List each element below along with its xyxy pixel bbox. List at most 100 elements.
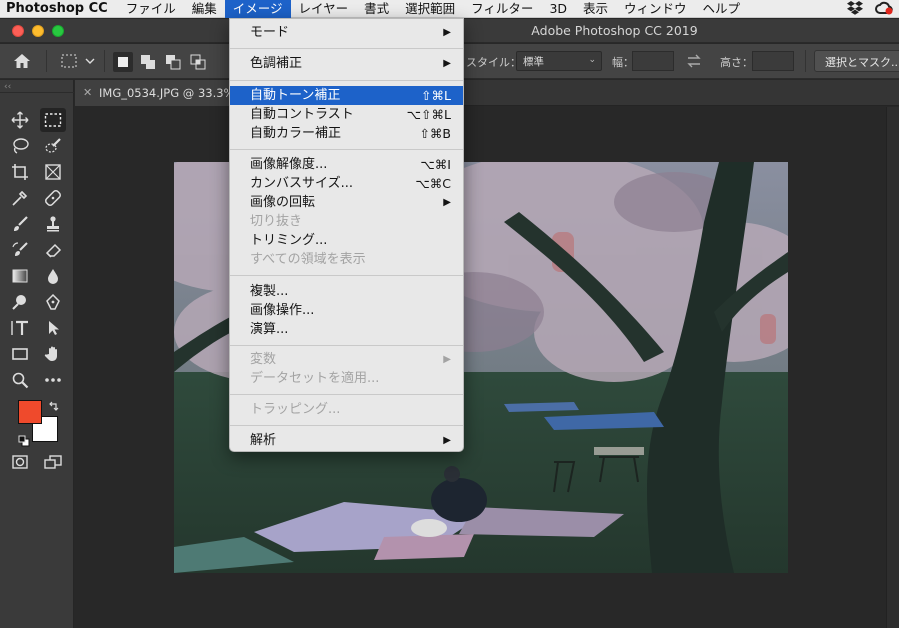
submenu-arrow-icon: ▶ [443,58,451,69]
menu-item-image-size[interactable]: 画像解像度... ⌥⌘I [230,155,463,174]
new-selection-button[interactable] [113,52,133,72]
add-to-selection-button[interactable] [138,52,158,72]
creative-cloud-icon[interactable] [875,1,893,18]
document-tab-title: IMG_0534.JPG @ 33.3% [99,86,235,100]
gradient-tool-icon[interactable] [7,264,33,288]
dropbox-icon[interactable] [847,0,863,18]
menu-item-label: 画像操作... [250,303,315,318]
menu-file[interactable]: ファイル [118,0,184,18]
close-tab-icon[interactable]: ✕ [83,86,92,99]
menu-item-mode[interactable]: モード ▶ [230,23,463,42]
menu-item-canvas-size[interactable]: カンバスサイズ... ⌥⌘C [230,174,463,193]
menu-item-shortcut: ⇧⌘B [419,126,451,141]
menu-item-auto-color[interactable]: 自動カラー補正 ⇧⌘B [230,124,463,143]
menu-item-adjustments[interactable]: 色調補正 ▶ [230,54,463,73]
menu-item-crop: 切り抜き [230,212,463,231]
submenu-arrow-icon: ▶ [443,197,451,208]
hand-tool-icon[interactable] [40,342,66,366]
menu-item-shortcut: ⇧⌘L [421,88,451,103]
menu-item-analysis[interactable]: 解析 ▶ [230,431,463,450]
intersect-selection-button[interactable] [188,52,208,72]
menu-item-image-rotation[interactable]: 画像の回転 ▶ [230,193,463,212]
menu-select[interactable]: 選択範囲 [397,0,463,18]
menu-item-auto-contrast[interactable]: 自動コントラスト ⌥⇧⌘L [230,105,463,124]
path-selection-tool-icon[interactable] [40,316,66,340]
history-brush-tool-icon[interactable] [7,238,33,262]
menu-filter[interactable]: フィルター [463,0,541,18]
menu-item-calculations[interactable]: 演算... [230,320,463,339]
healing-brush-tool-icon[interactable] [40,186,66,210]
menu-item-label: 色調補正 [250,56,303,71]
quick-selection-tool-icon[interactable] [40,134,66,158]
menu-item-label: 解析 [250,433,277,448]
menu-help[interactable]: ヘルプ [695,0,749,18]
menu-window[interactable]: ウィンドウ [616,0,695,18]
chevron-down-icon: ⌄ [588,55,596,65]
dodge-tool-icon[interactable] [7,290,33,314]
menu-item-shortcut: ⌥⇧⌘L [406,107,451,122]
crop-tool-icon[interactable] [7,160,33,184]
height-label: 高さ： [720,56,753,69]
foreground-color-swatch[interactable] [18,400,42,424]
menu-separator [230,345,463,346]
document-tab[interactable]: ✕ IMG_0534.JPG @ 33.3% [75,80,245,106]
app-name-menu[interactable]: Photoshop CC [0,1,118,16]
default-colors-icon[interactable] [18,432,30,451]
select-and-mask-button[interactable]: 選択とマスク... [814,50,899,72]
menu-item-label: 切り抜き [250,214,303,229]
image-menu-dropdown: モード ▶ 色調補正 ▶ 自動トーン補正 ⇧⌘L 自動コントラスト ⌥⇧⌘L 自… [229,18,464,452]
style-select[interactable]: 標準 ⌄ [516,51,602,71]
clone-stamp-tool-icon[interactable] [40,212,66,236]
move-tool-icon[interactable] [7,108,33,132]
swap-colors-icon[interactable] [48,398,60,417]
menu-item-label: 演算... [250,322,289,337]
brush-tool-icon[interactable] [7,212,33,236]
menu-view[interactable]: 表示 [575,0,616,18]
zoom-tool-icon[interactable] [7,368,33,392]
menu-item-apply-image[interactable]: 画像操作... [230,301,463,320]
menu-item-apply-data-set: データセットを適用... [230,369,463,388]
menu-separator [230,425,463,426]
document-tab-bar: ✕ IMG_0534.JPG @ 33.3% [75,80,899,106]
collapse-panel-icon[interactable]: ‹‹ [4,82,11,92]
menu-3d[interactable]: 3D [541,0,575,18]
menu-layer[interactable]: レイヤー [291,0,357,18]
menu-item-label: 自動コントラスト [250,107,354,122]
eraser-tool-icon[interactable] [40,238,66,262]
screen-mode-icon[interactable] [40,450,66,474]
menu-image[interactable]: イメージ [224,0,291,18]
more-tools-icon[interactable] [40,368,66,392]
style-label: スタイル： [466,56,521,69]
vertical-scrollbar[interactable] [886,107,899,628]
pen-tool-icon[interactable] [40,290,66,314]
menu-item-label: データセットを適用... [250,371,380,386]
menu-item-label: トラッピング... [250,402,341,417]
subtract-from-selection-button[interactable] [163,52,183,72]
menu-item-label: 変数 [250,352,277,367]
rectangle-tool-icon[interactable] [7,342,33,366]
menu-item-reveal-all: すべての領域を表示 [230,250,463,269]
width-field[interactable] [632,51,674,71]
menu-type[interactable]: 書式 [356,0,397,18]
panel-divider [0,92,74,93]
type-tool-icon[interactable] [7,316,33,340]
tools-panel: ‹‹ [0,80,74,628]
menu-separator [230,275,463,276]
home-icon[interactable] [12,52,32,70]
blur-tool-icon[interactable] [40,264,66,288]
quick-mask-icon[interactable] [7,450,33,474]
menu-item-shortcut: ⌥⌘I [420,157,451,172]
menu-item-auto-tone[interactable]: 自動トーン補正 ⇧⌘L [230,86,463,105]
menu-item-duplicate[interactable]: 複製... [230,282,463,301]
menu-edit[interactable]: 編集 [184,0,225,18]
eyedropper-tool-icon[interactable] [7,186,33,210]
frame-tool-icon[interactable] [40,160,66,184]
height-field[interactable] [752,51,794,71]
marquee-preset-picker[interactable] [60,53,96,72]
menu-item-shortcut: ⌥⌘C [415,176,451,191]
options-divider [805,50,806,72]
rectangular-marquee-tool-icon[interactable] [40,108,66,132]
swap-dimensions-icon[interactable] [686,54,702,71]
menu-item-trim[interactable]: トリミング... [230,231,463,250]
lasso-tool-icon[interactable] [7,134,33,158]
